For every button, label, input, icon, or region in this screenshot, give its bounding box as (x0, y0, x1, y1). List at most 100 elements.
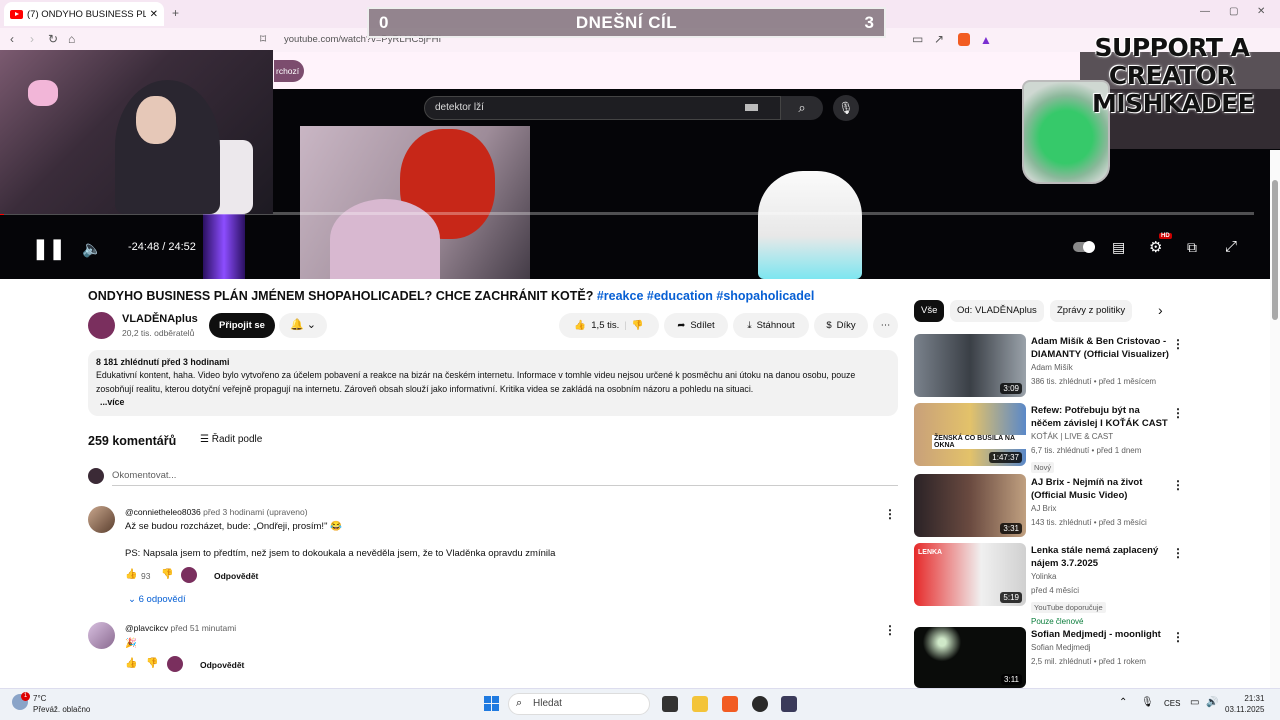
join-button[interactable]: Připojit se (209, 313, 275, 338)
related-menu-icon[interactable]: ⋮ (1172, 404, 1184, 422)
rewards-icon[interactable]: ▲ (980, 33, 992, 47)
like-button[interactable]: 👍 1,5 tis. | 👎 (559, 313, 659, 338)
share-page-icon[interactable]: ↗ (934, 32, 944, 46)
comment-menu-icon[interactable]: ⋮ (884, 621, 896, 639)
related-video-info[interactable]: Refew: Potřebuju být na něčem závislej I… (1031, 404, 1169, 475)
chevron-right-icon[interactable]: › (1158, 302, 1163, 318)
bookmark-icon[interactable]: ⌑ (260, 32, 266, 46)
notification-bell-button[interactable]: 🔔 ⌄ (279, 313, 327, 338)
clock[interactable]: 21:31 03.11.2025 (1225, 693, 1264, 715)
category-chip[interactable]: rchozí (274, 60, 304, 82)
browser-tab[interactable]: (7) ONDYHO BUSINESS PLÁN ✕ (4, 2, 164, 26)
related-video-info[interactable]: Adam Mišík & Ben Cristovao - DIAMANTY (O… (1031, 335, 1169, 388)
maximize-icon[interactable]: ▢ (1229, 6, 1238, 17)
file-explorer-icon[interactable] (692, 696, 708, 712)
weather-widget[interactable]: 7°C Převáž. oblačno (33, 693, 90, 715)
obs-icon[interactable] (752, 696, 768, 712)
taskbar-search-input[interactable]: Hledat (508, 693, 650, 715)
related-video-title[interactable]: Refew: Potřebuju být na něčem závislej I… (1031, 404, 1169, 430)
close-tab-icon[interactable]: ✕ (150, 9, 158, 20)
related-video-info[interactable]: Lenka stále nemá zaplacený nájem 3.7.202… (1031, 544, 1169, 629)
related-video-title[interactable]: Adam Mišík & Ben Cristovao - DIAMANTY (O… (1031, 335, 1169, 361)
comment-like-icon[interactable]: 👍 (125, 658, 137, 669)
chip-politics[interactable]: Zprávy z politiky (1050, 300, 1133, 322)
related-video-info[interactable]: AJ Brix - Nejmíň na život (Official Musi… (1031, 476, 1169, 529)
channel-name[interactable]: VLADĚNAplus (122, 313, 198, 325)
replies-toggle[interactable]: ⌄ 6 odpovědí (128, 594, 186, 605)
video-thumbnail[interactable]: LENKA 5:19 (914, 543, 1026, 606)
related-video-title[interactable]: AJ Brix - Nejmíň na život (Official Musi… (1031, 476, 1169, 502)
related-video-info[interactable]: Sofian Medjmedj - moonlight Sofian Medjm… (1031, 628, 1169, 668)
chip-from-channel[interactable]: Od: VLADĚNAplus (950, 300, 1044, 322)
related-menu-icon[interactable]: ⋮ (1172, 476, 1184, 494)
autoplay-toggle[interactable] (1073, 241, 1095, 253)
comment-dislike-icon[interactable]: 👎 (146, 658, 158, 669)
description-box[interactable]: 8 181 zhlédnutí před 3 hodinami Edukativ… (88, 350, 898, 416)
voice-search-button[interactable]: 🎙 (833, 95, 859, 121)
thumbs-down-icon[interactable]: 👎 (632, 320, 644, 331)
miniplayer-icon[interactable]: ⧉ (1187, 239, 1197, 256)
video-thumbnail[interactable]: 3:31 (914, 474, 1026, 537)
cast-icon[interactable]: ▭ (912, 32, 923, 46)
comment-header: @connietheleo8036 před 3 hodinami (uprav… (125, 507, 308, 517)
home-icon[interactable]: ⌂ (68, 32, 75, 46)
network-icon[interactable]: ▭ (1190, 697, 1199, 708)
search-button[interactable]: ⌕ (781, 96, 823, 120)
comment-author[interactable]: @plavcikcv (125, 623, 168, 633)
windows-start-icon[interactable] (484, 696, 499, 711)
new-tab-icon[interactable]: + (172, 6, 179, 20)
tray-mic-icon[interactable]: 🎙 (1141, 697, 1154, 708)
forward-icon[interactable]: › (30, 32, 34, 46)
search-input[interactable]: detektor lží (424, 96, 781, 120)
hashtag-link[interactable]: #education (647, 289, 713, 303)
tray-chevron-icon[interactable]: ⌃ (1119, 697, 1127, 708)
minimize-icon[interactable]: — (1200, 6, 1210, 17)
channel-avatar[interactable] (88, 312, 115, 339)
show-more-link[interactable]: ...více (96, 396, 890, 409)
close-window-icon[interactable]: ✕ (1257, 6, 1265, 17)
language-indicator[interactable]: CES (1164, 699, 1180, 708)
brave-shield-icon[interactable] (958, 33, 970, 46)
reload-icon[interactable]: ↻ (48, 32, 58, 46)
related-video-title[interactable]: Sofian Medjmedj - moonlight (1031, 628, 1169, 641)
volume-tray-icon[interactable]: 🔊 (1206, 697, 1218, 708)
brave-browser-icon[interactable] (722, 696, 738, 712)
subtitles-icon[interactable]: ▤ (1112, 239, 1125, 256)
hashtag-link[interactable]: #reakce (597, 289, 644, 303)
download-button[interactable]: ⤓ Stáhnout (733, 313, 809, 338)
volume-icon[interactable]: 🔈 (82, 239, 102, 259)
more-actions-button[interactable]: ⋯ (873, 313, 898, 338)
related-menu-icon[interactable]: ⋮ (1172, 335, 1184, 353)
comment-like-icon[interactable]: 👍 (125, 569, 137, 580)
comment-dislike-icon[interactable]: 👎 (161, 569, 173, 580)
thanks-button[interactable]: $ Díky (814, 313, 868, 338)
scrollbar-thumb[interactable] (1272, 180, 1278, 320)
reply-button[interactable]: Odpovědět (200, 660, 244, 670)
settings-gear-icon[interactable]: ⚙ (1149, 238, 1162, 256)
comment-author[interactable]: @connietheleo8036 (125, 507, 201, 517)
sort-button[interactable]: ☰ Řadit podle (200, 434, 262, 445)
video-plush-toy (330, 199, 440, 279)
fullscreen-icon[interactable]: ⤢ (1225, 238, 1237, 255)
keyboard-icon[interactable] (745, 104, 758, 111)
chip-all[interactable]: Vše (914, 300, 945, 322)
back-icon[interactable]: ‹ (10, 32, 14, 46)
related-menu-icon[interactable]: ⋮ (1172, 628, 1184, 646)
video-thumbnail[interactable]: 3:09 (914, 334, 1026, 397)
reply-button[interactable]: Odpovědět (214, 571, 258, 581)
video-thumbnail[interactable]: ŽENSKÁ CO BUSILA NA OKNA 1:47:37 (914, 403, 1026, 466)
hashtag-link[interactable]: #shopaholicadel (716, 289, 814, 303)
app-icon[interactable] (781, 696, 797, 712)
comment-avatar[interactable] (88, 506, 115, 533)
related-menu-icon[interactable]: ⋮ (1172, 544, 1184, 562)
description-meta: 8 181 zhlédnutí před 3 hodinami (96, 357, 230, 367)
comment-menu-icon[interactable]: ⋮ (884, 505, 896, 523)
comment-avatar[interactable] (88, 622, 115, 649)
share-button[interactable]: ➦ Sdílet (664, 313, 728, 338)
task-view-icon[interactable] (662, 696, 678, 712)
support-line-1: SUPPORT A (1094, 33, 1250, 62)
related-video-title[interactable]: Lenka stále nemá zaplacený nájem 3.7.202… (1031, 544, 1169, 570)
pause-button[interactable]: ❚❚ (32, 236, 66, 261)
video-thumbnail[interactable]: 3:11 (914, 627, 1026, 688)
add-comment-input[interactable]: Okomentovat... (112, 470, 898, 486)
